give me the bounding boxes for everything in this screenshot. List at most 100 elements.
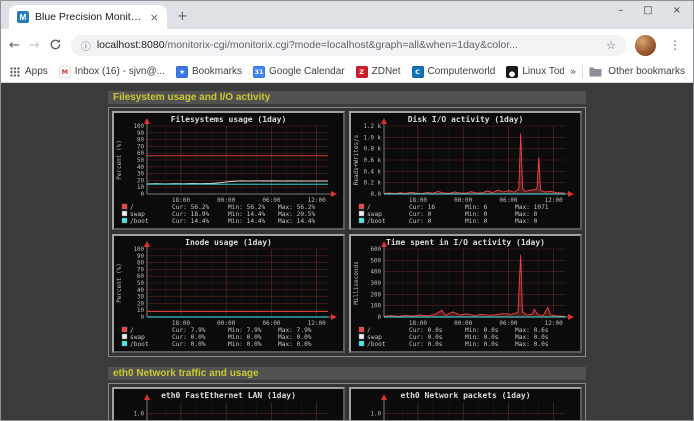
svg-text:90: 90 <box>137 131 144 137</box>
svg-text:06:00: 06:00 <box>262 197 280 204</box>
bookmark-item-google-calendar[interactable]: 31 Google Calendar <box>253 66 345 78</box>
svg-text:Min: 56.2%: Min: 56.2% <box>228 204 266 211</box>
graph-filesystems-usage[interactable]: Filesystems usage (1day)Percent (%)01020… <box>112 111 345 230</box>
svg-text:50: 50 <box>137 281 144 287</box>
graph-eth0-traffic[interactable]: eth0 FastEthernet LAN (1day)1.018:0000:0… <box>112 387 345 420</box>
other-bookmarks-label[interactable]: Other bookmarks <box>608 66 685 77</box>
svg-text:70: 70 <box>137 144 144 150</box>
window-minimize-button[interactable]: – <box>618 5 623 16</box>
svg-text:Percent (%): Percent (%) <box>116 140 123 180</box>
svg-text:Max: 56.2%: Max: 56.2% <box>278 204 316 211</box>
tab-close-icon[interactable]: × <box>150 11 159 24</box>
bookmark-label: Inbox (16) - sjvn@... <box>75 66 165 77</box>
bookmark-label: ZDNet <box>372 66 401 77</box>
svg-text:Max: 0.0%: Max: 0.0% <box>278 341 312 348</box>
svg-text:60: 60 <box>137 151 144 157</box>
svg-text:0.8 k: 0.8 k <box>364 147 382 153</box>
svg-text:0: 0 <box>141 315 145 321</box>
svg-text:40: 40 <box>137 165 144 171</box>
profile-avatar[interactable] <box>635 35 656 56</box>
bookmark-star-icon[interactable]: ☆ <box>606 39 616 52</box>
svg-text:Cur: 18.9%: Cur: 18.9% <box>172 211 210 218</box>
svg-text:Time spent in I/O activity (1: Time spent in I/O activity (1day) <box>386 237 545 247</box>
svg-text:80: 80 <box>137 138 144 144</box>
bookmarks-icon: ★ <box>176 66 188 78</box>
linux-today-penguin-icon <box>506 66 518 78</box>
svg-text:/boot: /boot <box>130 341 149 348</box>
svg-text:Min: 0: Min: 0 <box>465 211 488 218</box>
reload-icon <box>49 38 62 51</box>
tab-title: Blue Precision Monitorix <box>35 11 144 23</box>
computerworld-icon: C <box>412 66 424 78</box>
forward-button[interactable]: → <box>29 39 40 52</box>
graph-time-in-io[interactable]: Time spent in I/O activity (1day) Millise… <box>349 234 582 353</box>
svg-text:18:00: 18:00 <box>172 320 190 327</box>
svg-text:400: 400 <box>371 270 382 276</box>
back-button[interactable]: ← <box>9 39 20 52</box>
svg-text:20: 20 <box>137 301 144 307</box>
svg-text:80: 80 <box>137 261 144 267</box>
svg-text:18:00: 18:00 <box>409 197 427 204</box>
bookmark-item-computerworld[interactable]: C Computerworld <box>412 66 496 78</box>
filesystem-graphs-container: Filesystems usage (1day)Percent (%)01020… <box>108 107 586 357</box>
svg-text:swap: swap <box>130 334 145 341</box>
graph-svg-disk-io-activity: Disk I/O activity (1day)Reads+Writes/s0.… <box>351 113 580 228</box>
bookmark-item-linux-today[interactable]: Linux Today <box>506 66 563 78</box>
svg-text:Max: 0.6s: Max: 0.6s <box>515 327 549 334</box>
svg-text:200: 200 <box>371 292 382 298</box>
svg-text:Cur: 0: Cur: 0 <box>409 218 432 225</box>
svg-text:18:00: 18:00 <box>409 320 427 327</box>
apps-shortcut[interactable]: Apps <box>9 66 48 78</box>
folder-icon <box>589 66 602 77</box>
svg-text:Cur: 56.2%: Cur: 56.2% <box>172 204 210 211</box>
svg-text:Min: 0: Min: 0 <box>465 218 488 225</box>
svg-text:Milliseconds: Milliseconds <box>353 261 360 305</box>
svg-text:100: 100 <box>371 304 382 310</box>
svg-text:eth0 FastEthernet LAN (1day): eth0 FastEthernet LAN (1day) <box>161 391 296 400</box>
svg-text:1.2 k: 1.2 k <box>364 124 382 130</box>
svg-text:12:00: 12:00 <box>545 320 563 327</box>
reload-button[interactable] <box>49 38 62 53</box>
svg-text:0.6 k: 0.6 k <box>364 158 382 164</box>
svg-text:Cur: 0.0%: Cur: 0.0% <box>172 341 206 348</box>
network-graphs-container: eth0 FastEthernet LAN (1day)1.018:0000:0… <box>108 383 586 420</box>
svg-text:Max: 0: Max: 0 <box>515 211 538 218</box>
svg-text:06:00: 06:00 <box>262 320 280 327</box>
svg-text:Max: 0.0%: Max: 0.0% <box>278 334 312 341</box>
svg-text:12:00: 12:00 <box>308 320 326 327</box>
svg-text:100: 100 <box>134 247 145 253</box>
tab-blue-precision-monitorix[interactable]: M Blue Precision Monitorix × <box>9 5 167 29</box>
bookmark-item-zdnet[interactable]: Z ZDNet <box>356 66 401 78</box>
address-bar[interactable]: ⓘ localhost:8080/monitorix-cgi/monitorix… <box>71 35 626 56</box>
svg-text:0.4 k: 0.4 k <box>364 169 382 175</box>
site-info-icon[interactable]: ⓘ <box>81 38 91 53</box>
svg-text:06:00: 06:00 <box>499 197 517 204</box>
svg-text:swap: swap <box>367 334 382 341</box>
window-close-button[interactable]: × <box>673 5 681 16</box>
svg-text:Max: 0.0s: Max: 0.0s <box>515 334 549 341</box>
chrome-menu-icon[interactable]: ⋮ <box>665 38 685 52</box>
svg-text:Cur: 7.9%: Cur: 7.9% <box>172 327 206 334</box>
svg-text:1.0 k: 1.0 k <box>364 135 382 141</box>
svg-text:/: / <box>367 204 371 211</box>
calendar-icon: 31 <box>253 66 265 78</box>
bookmark-item-inbox[interactable]: M Inbox (16) - sjvn@... <box>59 66 165 78</box>
new-tab-button[interactable]: + <box>177 9 188 24</box>
browser-toolbar: ← → ⓘ localhost:8080/monitorix-cgi/monit… <box>1 29 693 61</box>
graph-inode-usage[interactable]: Inode usage (1day)Percent (%)01020304050… <box>112 234 345 353</box>
bookmarks-overflow-chevron-icon[interactable]: » <box>570 65 577 78</box>
svg-text:50: 50 <box>137 158 144 164</box>
graph-eth0-packets[interactable]: eth0 Network packets (1day)1.018:0000:00… <box>349 387 582 420</box>
bookmarks-separator <box>582 65 583 78</box>
zdnet-icon: Z <box>356 66 368 78</box>
svg-text:20: 20 <box>137 178 144 184</box>
browser-window: M Blue Precision Monitorix × + – □ × ← →… <box>0 0 694 421</box>
svg-text:00:00: 00:00 <box>217 197 235 204</box>
apps-grid-icon <box>9 66 21 78</box>
window-maximize-button[interactable]: □ <box>643 5 652 16</box>
svg-text:90: 90 <box>137 254 144 260</box>
bookmark-item-bookmarks[interactable]: ★ Bookmarks <box>176 66 242 78</box>
graph-svg-eth0-traffic: eth0 FastEthernet LAN (1day)1.018:0000:0… <box>114 389 343 420</box>
graph-disk-io-activity[interactable]: Disk I/O activity (1day)Reads+Writes/s0.… <box>349 111 582 230</box>
url-path: /monitorix-cgi/monitorix.cgi?mode=localh… <box>165 39 518 51</box>
